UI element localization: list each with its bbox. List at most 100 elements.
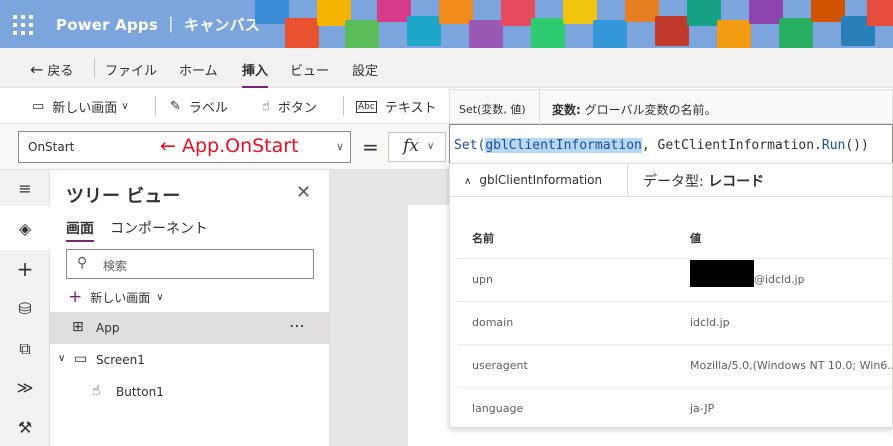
formula-variable: gblClientInformation bbox=[485, 138, 642, 153]
table-row: useragent Mozilla/5.0,(Windows NT 10.0; … bbox=[458, 344, 893, 387]
table-row: domain idcld.jp bbox=[458, 301, 892, 344]
chevron-up-icon: ∧ bbox=[464, 176, 472, 187]
search-input[interactable]: ⚲ 検索 bbox=[66, 249, 314, 279]
column-header-value: 値 bbox=[690, 232, 701, 245]
banner-image bbox=[255, 0, 893, 48]
row-name: domain bbox=[472, 316, 514, 329]
screen-icon: ▭ bbox=[74, 351, 88, 367]
row-name: useragent bbox=[472, 359, 528, 372]
signature-description: 変数: グローバル変数の名前。 bbox=[552, 101, 717, 118]
formula-function: Set( bbox=[454, 138, 486, 153]
plus-icon: + bbox=[68, 287, 83, 307]
row-value-text: @idcld.jp bbox=[754, 273, 805, 286]
label-button[interactable]: ✎ ラベル bbox=[170, 97, 228, 116]
row-value: idcld.jp bbox=[690, 316, 730, 329]
tab-screens[interactable]: 画面 bbox=[66, 218, 94, 242]
tree-item-button1[interactable]: ☝ Button1 bbox=[50, 376, 330, 408]
media-icon[interactable]: ⧉ bbox=[14, 338, 36, 360]
tree-item-label: Button1 bbox=[116, 385, 164, 399]
app-launcher-icon[interactable] bbox=[12, 14, 34, 36]
text-button-label: テキスト bbox=[384, 101, 437, 116]
text-input-icon: Abc bbox=[356, 100, 377, 113]
search-placeholder: 検索 bbox=[103, 259, 128, 273]
formula-run: Run bbox=[821, 138, 846, 153]
menu-insert[interactable]: 挿入 bbox=[242, 60, 269, 88]
chevron-down-icon: ∨ bbox=[427, 141, 435, 152]
text-button[interactable]: Abc テキスト bbox=[356, 97, 436, 116]
menu-view[interactable]: ビュー bbox=[290, 60, 329, 79]
formula-result-panel: ∧ gblClientInformation データ型: レコード 名前 値 up… bbox=[449, 163, 893, 428]
new-screen-label: 新しい画面 bbox=[90, 290, 151, 305]
title-bar: Power Apps ｜ キャンバス bbox=[0, 0, 893, 48]
plus-icon[interactable]: + bbox=[14, 258, 36, 280]
tree-item-screen1[interactable]: ∨ ▭ Screen1 bbox=[50, 344, 330, 376]
chevron-down-icon[interactable]: ∨ bbox=[58, 353, 65, 364]
hamburger-menu-icon[interactable]: ≡ bbox=[14, 178, 36, 200]
back-arrow-icon: ← bbox=[30, 60, 44, 79]
row-value: @idcld.jp bbox=[690, 259, 805, 287]
column-header-name: 名前 bbox=[472, 232, 494, 245]
chevron-down-icon: ∨ bbox=[156, 291, 164, 303]
formula-middle: , GetClientInformation. bbox=[641, 138, 822, 153]
row-value: Mozilla/5.0,(Windows NT 10.0; Win6... bbox=[690, 359, 893, 372]
result-variable-toggle[interactable]: ∧ gblClientInformation bbox=[464, 173, 602, 187]
chevron-down-icon: ∨ bbox=[335, 140, 344, 153]
new-screen-icon: ▭ bbox=[32, 99, 45, 114]
tree-view-panel: ツリー ビュー ✕ 画面 コンポーネント ⚲ 検索 + 新しい画面 ∨ ⊞ Ap… bbox=[50, 170, 330, 446]
signature-help: Set(変数, 値) 変数: グローバル変数の名前。 bbox=[449, 89, 893, 125]
close-icon[interactable]: ✕ bbox=[296, 182, 311, 203]
app-title: Power Apps ｜ キャンバス bbox=[56, 16, 261, 34]
power-automate-icon[interactable]: ≫ bbox=[14, 377, 36, 399]
equals-sign: = bbox=[362, 135, 379, 159]
formula-end: ()) bbox=[845, 138, 869, 153]
redacted-block bbox=[690, 259, 754, 287]
type-label: データ型: bbox=[643, 174, 704, 190]
back-label: 戻る bbox=[47, 64, 74, 79]
left-rail: ≡ ◈ + ⛁ ⧉ ≫ ⚒ bbox=[0, 170, 50, 446]
tree-item-app[interactable]: ⊞ App ⋯ bbox=[50, 312, 330, 344]
signature-text: Set(変数, 値) bbox=[459, 103, 526, 116]
table-row: language ja-JP bbox=[458, 387, 892, 430]
fx-icon: fx bbox=[403, 136, 419, 156]
table-row: upn @idcld.jp bbox=[458, 258, 892, 301]
new-screen-link[interactable]: + 新しい画面 ∨ bbox=[68, 287, 164, 307]
layers-icon[interactable]: ◈ bbox=[14, 218, 36, 240]
menu-file[interactable]: ファイル bbox=[105, 60, 157, 79]
more-options-icon[interactable]: ⋯ bbox=[289, 316, 306, 335]
tab-components[interactable]: コンポーネント bbox=[110, 218, 208, 238]
new-screen-button[interactable]: ▭ 新しい画面 ∨ bbox=[32, 97, 129, 116]
result-header: ∧ gblClientInformation データ型: レコード bbox=[450, 164, 892, 197]
result-variable-name: gblClientInformation bbox=[479, 173, 603, 187]
toolbar-divider bbox=[343, 96, 344, 116]
back-button[interactable]: ← 戻る bbox=[30, 60, 73, 79]
app-icon: ⊞ bbox=[72, 319, 84, 335]
pencil-icon: ✎ bbox=[170, 99, 181, 114]
menu-bar: ← 戻る ファイル ホーム 挿入 ビュー 設定 bbox=[0, 48, 893, 88]
button-button-label: ボタン bbox=[277, 101, 317, 116]
result-type: データ型: レコード bbox=[643, 171, 764, 191]
chevron-down-icon: ∨ bbox=[121, 101, 129, 112]
tree-item-label: Screen1 bbox=[96, 353, 145, 367]
menu-divider bbox=[94, 58, 95, 78]
result-header-divider bbox=[627, 164, 628, 197]
row-value: ja-JP bbox=[690, 402, 715, 415]
fx-button[interactable]: fx ∨ bbox=[388, 132, 446, 162]
label-button-label: ラベル bbox=[188, 101, 228, 116]
search-icon: ⚲ bbox=[77, 255, 88, 271]
tree-view-title: ツリー ビュー bbox=[66, 186, 181, 207]
signature-box: Set(変数, 値) bbox=[450, 90, 540, 125]
tree-item-label: App bbox=[96, 321, 120, 335]
menu-settings[interactable]: 設定 bbox=[352, 60, 378, 79]
param-description: グローバル変数の名前。 bbox=[580, 103, 717, 117]
button-icon: ☝ bbox=[262, 99, 270, 114]
advanced-tools-icon[interactable]: ⚒ bbox=[14, 417, 36, 439]
button-button[interactable]: ☝ ボタン bbox=[262, 97, 317, 116]
button-icon: ☝ bbox=[92, 383, 101, 399]
menu-home[interactable]: ホーム bbox=[179, 60, 218, 79]
data-icon[interactable]: ⛁ bbox=[14, 298, 36, 320]
new-screen-label: 新しい画面 bbox=[52, 101, 118, 116]
param-name: 変数: bbox=[552, 103, 581, 117]
row-name: language bbox=[472, 402, 524, 415]
property-dropdown[interactable]: OnStart ← App.OnStart ∨ bbox=[18, 131, 351, 163]
row-name: upn bbox=[472, 273, 493, 286]
